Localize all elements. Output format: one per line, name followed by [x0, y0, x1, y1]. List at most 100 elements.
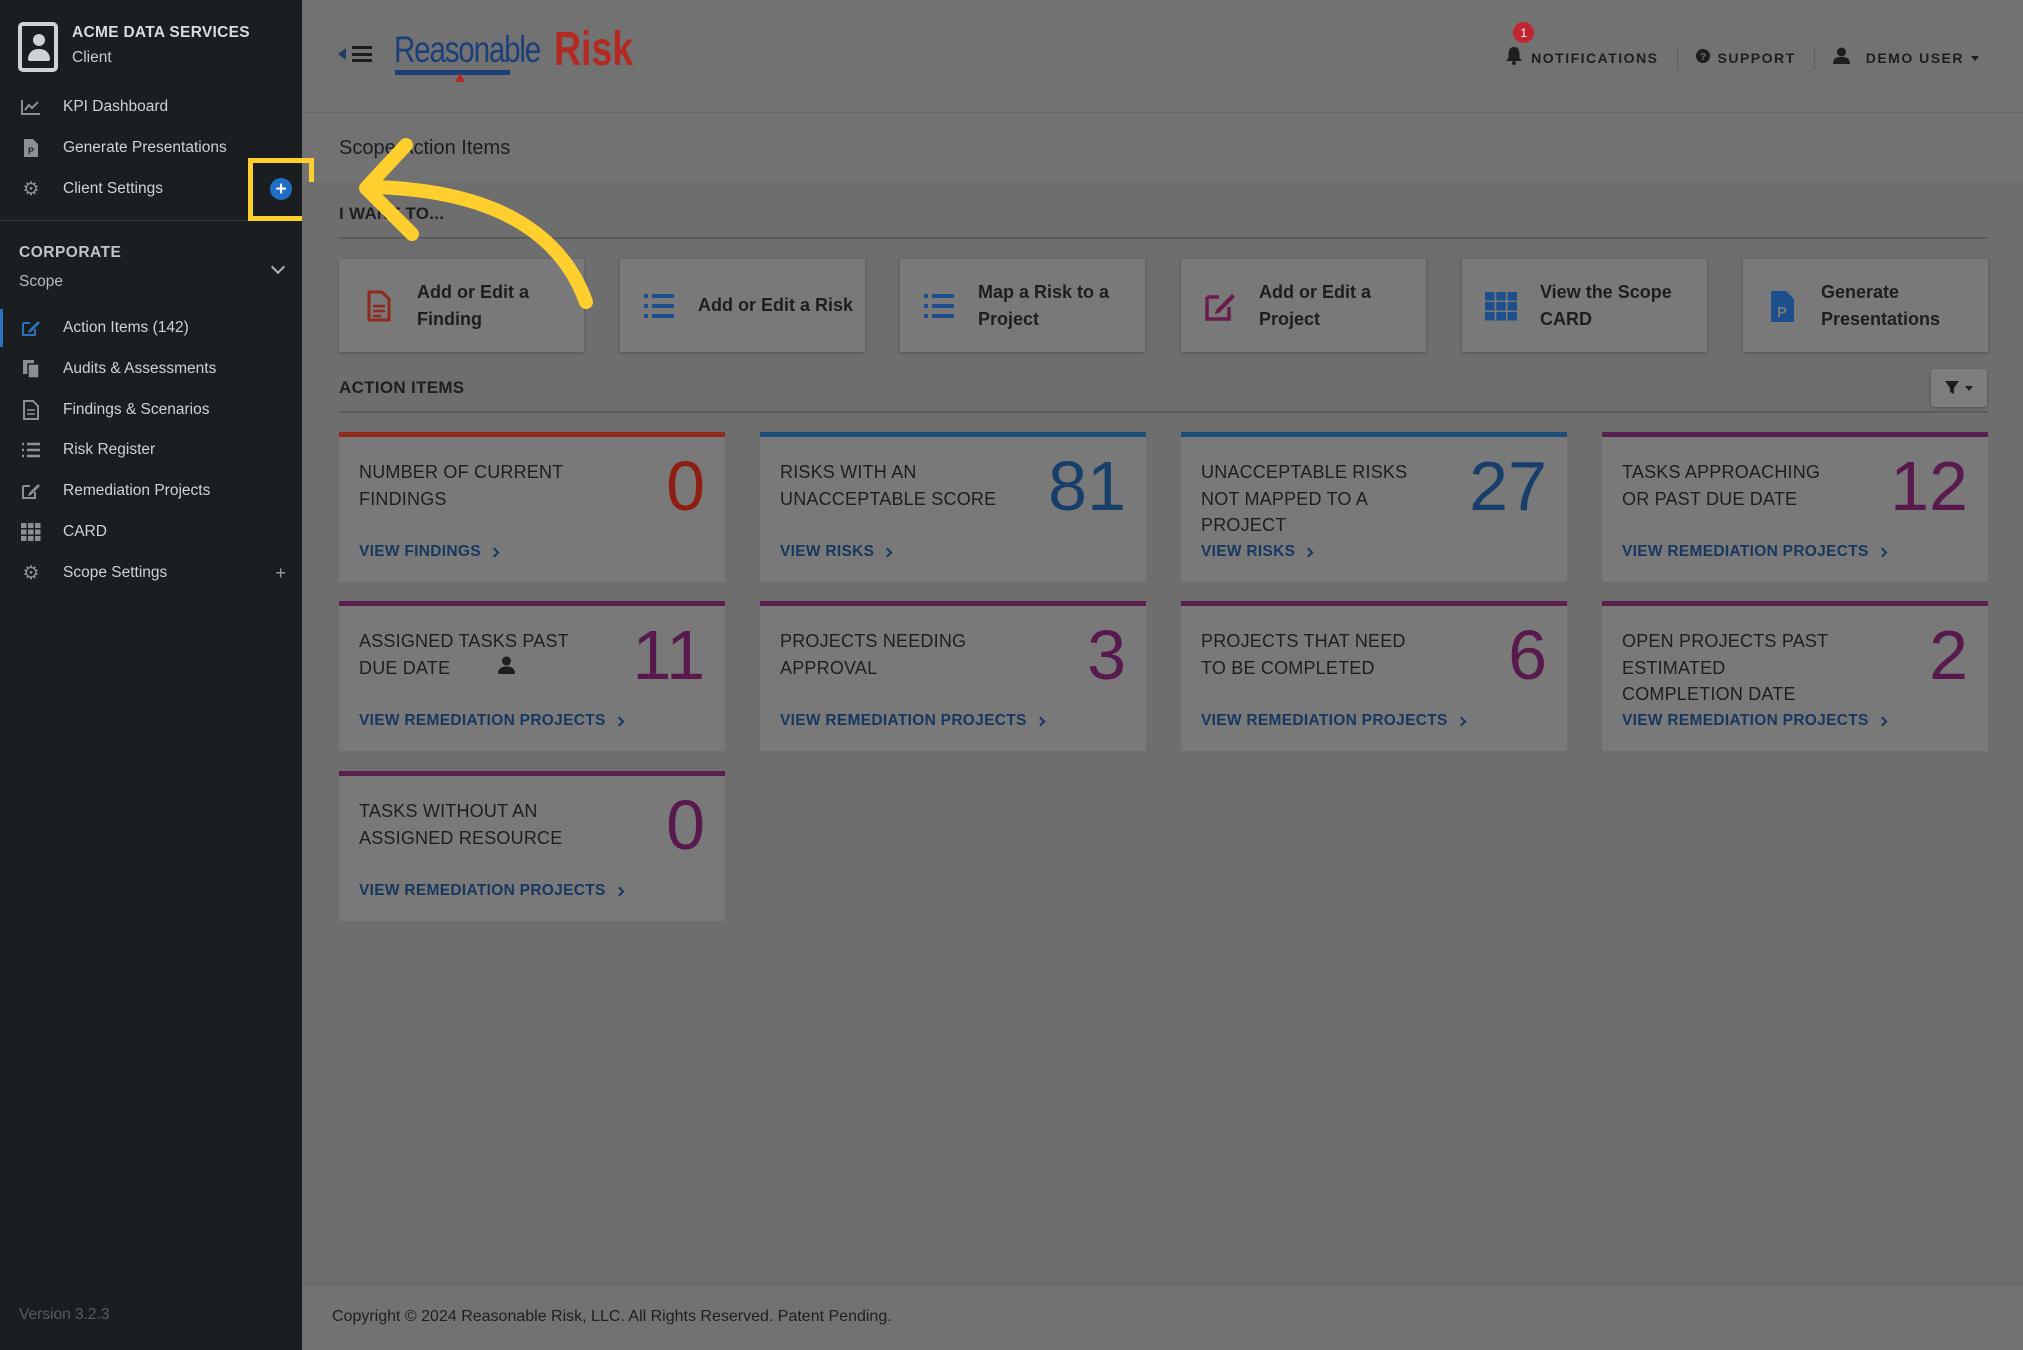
expand-plus-icon[interactable]: +	[275, 563, 286, 584]
card-accent-bar	[1181, 601, 1567, 606]
card-accent-bar	[1602, 601, 1988, 606]
add-edit-project-button[interactable]: Add or Edit a Project	[1181, 259, 1426, 352]
sidebar-item-findings-scenarios[interactable]: Findings & Scenarios	[0, 391, 302, 429]
action-item-card: PROJECTS NEEDING APPROVAL 3 VIEW REMEDIATI…	[760, 601, 1146, 751]
chevron-right-icon	[489, 547, 500, 557]
action-label: Map a Risk to a Project	[978, 281, 1110, 329]
card-label: TASKS APPROACHING OR PAST DUE DATE	[1622, 462, 1821, 509]
action-item-card: NUMBER OF CURRENT FINDINGS 0 VIEW FINDINGS	[339, 432, 725, 582]
sidebar-item-risk-register[interactable]: Risk Register	[0, 431, 302, 469]
action-label: Add or Edit a Finding	[417, 281, 529, 329]
card-label: RISKS WITH AN UNACCEPTABLE SCORE	[780, 462, 997, 509]
sidebar-item-action-items[interactable]: Action Items (142)	[0, 309, 302, 347]
edit-icon	[20, 481, 42, 501]
sidebar-item-kpi-dashboard[interactable]: KPI Dashboard	[0, 88, 302, 126]
edit-icon	[20, 318, 42, 338]
action-item-card: PROJECTS THAT NEED TO BE COMPLETED 6 VIEW …	[1181, 601, 1567, 751]
card-link-label: VIEW FINDINGS	[359, 543, 481, 560]
card-view-link[interactable]: VIEW REMEDIATION PROJECTS	[780, 712, 1046, 730]
sidebar-item-remediation-projects[interactable]: Remediation Projects	[0, 472, 302, 510]
action-item-card: ASSIGNED TASKS PAST DUE DATE 11 VIEW REMED…	[339, 601, 725, 751]
filter-icon	[1945, 381, 1973, 394]
filter-button[interactable]	[1931, 369, 1987, 407]
sidebar-item-label: Remediation Projects	[63, 482, 211, 499]
support-link[interactable]: ? SUPPORT	[1695, 48, 1796, 68]
card-label: ASSIGNED TASKS PAST DUE DATE	[359, 631, 569, 678]
list-icon	[20, 440, 42, 460]
card-view-link[interactable]: VIEW REMEDIATION PROJECTS	[359, 882, 625, 900]
sidebar-item-card[interactable]: CARD	[0, 513, 302, 551]
sidebar-item-audits-assessments[interactable]: Audits & Assessments	[0, 350, 302, 388]
chevron-right-icon	[1877, 716, 1888, 726]
card-view-link[interactable]: VIEW REMEDIATION PROJECTS	[359, 712, 625, 730]
view-scope-card-button[interactable]: View the Scope CARD	[1462, 259, 1707, 352]
add-edit-risk-button[interactable]: Add or Edit a Risk	[620, 259, 865, 352]
sidebar-item-label: Action Items (142)	[63, 319, 189, 336]
card-count: 81	[1048, 447, 1126, 525]
file-icon	[367, 290, 391, 321]
sidebar-item-label: Audits & Assessments	[63, 360, 217, 377]
card-view-link[interactable]: VIEW REMEDIATION PROJECTS	[1201, 712, 1467, 730]
sidebar-item-label: Risk Register	[63, 441, 156, 458]
card-view-link[interactable]: VIEW FINDINGS	[359, 543, 500, 561]
card-link-label: VIEW RISKS	[780, 543, 875, 560]
org-role: Client	[72, 49, 112, 66]
card-view-link[interactable]: VIEW REMEDIATION PROJECTS	[1622, 712, 1888, 730]
card-view-link[interactable]: VIEW RISKS	[780, 543, 893, 561]
card-label: PROJECTS NEEDING APPROVAL	[780, 631, 967, 678]
card-label: TASKS WITHOUT AN ASSIGNED RESOURCE	[359, 801, 563, 848]
chevron-right-icon	[1303, 547, 1314, 557]
card-link-label: VIEW REMEDIATION PROJECTS	[359, 712, 606, 729]
action-items-heading: ACTION ITEMS	[339, 378, 465, 397]
notifications-label: NOTIFICATIONS	[1531, 50, 1659, 66]
user-menu[interactable]: DEMO USER	[1832, 47, 1979, 69]
user-icon	[1832, 47, 1850, 69]
action-item-card: TASKS WITHOUT AN ASSIGNED RESOURCE 0 VIEW …	[339, 771, 725, 921]
org-name: ACME DATA SERVICES	[72, 24, 250, 41]
header-links: 1 NOTIFICATIONS ? SUPPORT DEMO USER	[1505, 22, 1979, 70]
section-divider	[339, 237, 1988, 239]
section-divider	[339, 411, 1988, 413]
card-view-link[interactable]: VIEW REMEDIATION PROJECTS	[1622, 543, 1888, 561]
header-divider	[1676, 47, 1678, 69]
svg-text:P: P	[28, 146, 34, 156]
copyright-text: Copyright © 2024 Reasonable Risk, LLC. A…	[332, 1308, 892, 1325]
add-edit-finding-button[interactable]: Add or Edit a Finding	[339, 259, 584, 352]
map-risk-to-project-button[interactable]: Map a Risk to a Project	[900, 259, 1145, 352]
sidebar-item-label: Scope Settings	[63, 564, 168, 581]
sidebar-item-label: KPI Dashboard	[63, 98, 169, 115]
top-header: Reasonable Risk 1 NOTIFICATIONS ? SUPPOR…	[302, 0, 2023, 113]
scope-name: Scope	[19, 273, 63, 290]
gear-icon: ⚙	[22, 178, 40, 200]
action-item-card: UNACCEPTABLE RISKS NOT MAPPED TO A PROJE…	[1181, 432, 1567, 582]
caret-down-icon	[1971, 55, 1979, 61]
list-icon	[924, 293, 954, 318]
list-icon	[644, 293, 674, 318]
action-item-card: RISKS WITH AN UNACCEPTABLE SCORE 81 VIEW R…	[760, 432, 1146, 582]
question-circle-icon: ?	[1695, 48, 1710, 68]
generate-presentations-button[interactable]: P Generate Presentations	[1743, 259, 1988, 352]
card-accent-bar	[339, 432, 725, 437]
card-accent-bar	[339, 601, 725, 606]
edit-icon	[1205, 293, 1235, 321]
chevron-down-icon[interactable]	[270, 259, 286, 275]
action-item-card: OPEN PROJECTS PAST ESTIMATED COMPLETION …	[1602, 601, 1988, 751]
org-header[interactable]: ACME DATA SERVICES Client	[18, 22, 250, 72]
card-link-label: VIEW REMEDIATION PROJECTS	[1622, 712, 1869, 729]
chevron-right-icon	[882, 547, 893, 557]
sidebar-item-scope-settings[interactable]: ⚙ Scope Settings +	[0, 554, 302, 592]
card-count: 0	[666, 786, 705, 864]
card-label: NUMBER OF CURRENT FINDINGS	[359, 462, 564, 509]
card-view-link[interactable]: VIEW RISKS	[1201, 543, 1314, 561]
file-powerpoint-icon: P	[1771, 290, 1794, 322]
sidebar-toggle-button[interactable]	[338, 46, 372, 62]
gear-icon: ⚙	[22, 562, 40, 584]
chart-line-icon	[20, 97, 42, 117]
sidebar-item-label: Findings & Scenarios	[63, 401, 210, 418]
action-label: Generate Presentations	[1821, 281, 1941, 329]
chevron-right-icon	[1456, 716, 1467, 726]
card-link-label: VIEW RISKS	[1201, 543, 1296, 560]
app-logo[interactable]: Reasonable Risk	[394, 25, 656, 73]
notifications-link[interactable]: 1 NOTIFICATIONS	[1505, 22, 1659, 70]
chevron-right-icon	[1035, 716, 1046, 726]
